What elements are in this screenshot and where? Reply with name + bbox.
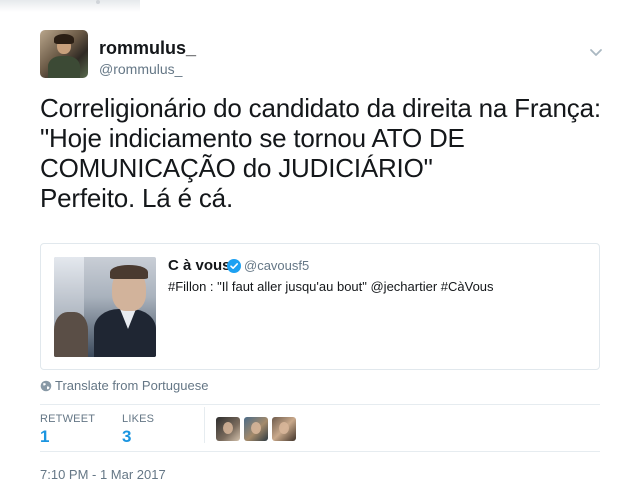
likes-count[interactable]: 3 [122,427,154,447]
translate-link[interactable]: Translate from Portuguese [40,378,208,394]
divider-bottom [40,451,600,452]
liker-face [251,422,261,434]
liker-face [223,422,233,434]
quoted-tweet-text: #Fillon : "Il faut aller jusqu'au bout" … [168,279,494,294]
likes-label: LIKES [122,413,155,425]
thumbnail-hair [110,265,148,279]
quoted-display-name[interactable]: C à vous [168,257,231,274]
likers-avatars [216,417,300,441]
stats-separator [204,407,205,443]
liker-avatar[interactable] [244,417,268,441]
avatar-hair [54,34,74,44]
likes-stat[interactable]: LIKES 3 [122,413,154,447]
tweet-text: Correligionário do candidato da direita … [40,93,601,213]
quoted-tweet-thumbnail[interactable] [54,257,156,357]
author-handle[interactable]: @rommulus_ [99,61,182,77]
quoted-handle[interactable]: @cavousf5 [244,258,309,273]
chevron-down-icon[interactable] [588,44,604,60]
liker-avatar[interactable] [216,417,240,441]
separator-dot [96,0,100,4]
tweet-stats: RETWEET 1 LIKES 3 [40,405,600,447]
globe-icon [40,380,52,392]
verified-badge-icon [227,259,241,273]
thumbnail-second-person [54,312,88,357]
avatar[interactable] [40,30,88,78]
previous-item-edge [0,0,140,12]
top-strip [0,0,639,14]
quoted-tweet-card[interactable]: C à vous @cavousf5 #Fillon : "Il faut al… [40,243,600,370]
author-display-name[interactable]: rommulus_ [99,38,196,59]
avatar-body [48,56,80,78]
liker-face [279,422,289,434]
retweet-label: RETWEET [40,413,96,425]
tweet-header: rommulus_ @rommulus_ [40,30,610,80]
tweet-timestamp[interactable]: 7:10 PM - 1 Mar 2017 [40,467,166,482]
retweet-count[interactable]: 1 [40,427,95,447]
translate-label[interactable]: Translate from Portuguese [55,378,208,393]
liker-avatar[interactable] [272,417,296,441]
retweet-stat[interactable]: RETWEET 1 [40,413,95,447]
